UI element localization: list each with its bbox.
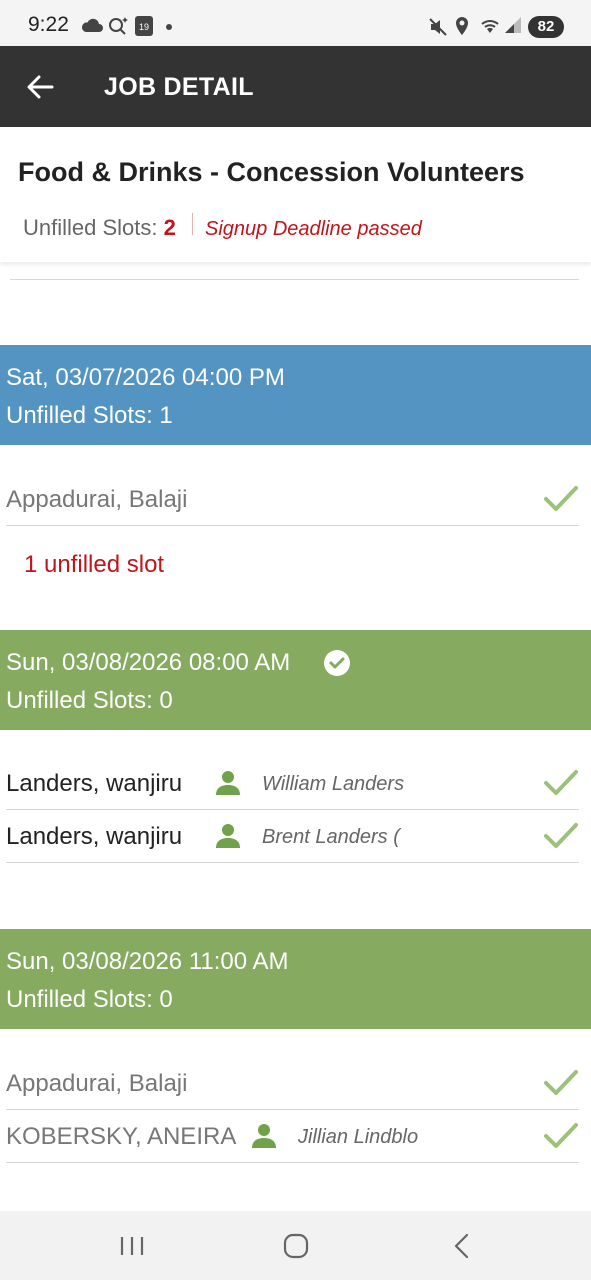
shift-unfilled-slots: Unfilled Slots: 0 — [6, 687, 173, 714]
cloud-icon — [81, 18, 103, 32]
calendar-icon: 19 — [135, 16, 153, 36]
shift-unfilled-slots: Unfilled Slots: 0 — [6, 986, 173, 1013]
volunteer-name: Appadurai, Balaji — [6, 1070, 188, 1097]
recent-apps-icon[interactable] — [117, 1233, 147, 1259]
volunteer-name: KOBERSKY, ANEIRA — [6, 1123, 237, 1150]
shift-header[interactable]: Sun, 03/08/2026 08:00 AM Unfilled Slots:… — [0, 630, 591, 730]
check-icon — [544, 823, 578, 848]
shift-header[interactable]: Sun, 03/08/2026 11:00 AM Unfilled Slots:… — [0, 929, 591, 1029]
status-bar: 9:22 19 82 — [0, 0, 591, 46]
volunteer-row[interactable]: KOBERSKY, ANEIRA Jillian Lindblo — [6, 1110, 579, 1163]
mute-icon — [429, 18, 447, 36]
volunteer-row[interactable]: Appadurai, Balaji — [6, 473, 579, 526]
check-circle-icon — [324, 650, 350, 676]
job-unfilled-slots: Unfilled Slots: 2 — [23, 215, 176, 241]
guest-name: Brent Landers ( — [262, 826, 400, 848]
check-icon — [544, 486, 578, 511]
unfilled-count: 2 — [163, 215, 176, 240]
person-icon — [216, 824, 240, 848]
home-icon[interactable] — [281, 1233, 311, 1259]
volunteer-name: Appadurai, Balaji — [6, 486, 188, 513]
volunteer-row[interactable]: Landers, wanjiru Brent Landers ( — [6, 810, 579, 863]
battery-icon: 82 — [528, 16, 564, 38]
shift-unfilled-slots: Unfilled Slots: 1 — [6, 402, 173, 429]
shift-date: Sat, 03/07/2026 04:00 PM — [6, 364, 285, 391]
divider — [192, 213, 193, 235]
job-title: Food & Drinks - Concession Volunteers — [18, 157, 525, 187]
check-icon — [544, 1123, 578, 1148]
check-icon — [544, 1070, 578, 1095]
unfilled-slot-note: 1 unfilled slot — [24, 551, 165, 578]
volunteer-name: Landers, wanjiru — [6, 823, 183, 850]
guest-name: William Landers — [262, 773, 405, 795]
app-bar: JOB DETAIL — [0, 46, 591, 127]
system-nav-bar — [0, 1211, 591, 1280]
status-time: 9:22 — [28, 13, 69, 36]
guest-name: Jillian Lindblo — [298, 1126, 419, 1148]
person-icon — [252, 1124, 276, 1148]
shift-date: Sun, 03/08/2026 11:00 AM — [6, 948, 289, 975]
volunteer-row[interactable]: Appadurai, Balaji — [6, 1057, 579, 1110]
dot-icon — [166, 24, 172, 30]
shift-date: Sun, 03/08/2026 08:00 AM — [6, 649, 291, 676]
wifi-icon — [481, 20, 499, 33]
unfilled-label: Unfilled Slots: — [23, 215, 164, 240]
back-icon[interactable] — [447, 1233, 477, 1259]
page-title: JOB DETAIL — [104, 73, 254, 101]
divider — [10, 279, 579, 280]
volunteer-name: Landers, wanjiru — [6, 770, 183, 797]
deadline-status: Signup Deadline passed — [205, 218, 422, 240]
volunteer-row[interactable]: Landers, wanjiru William Landers — [6, 757, 579, 810]
location-icon — [456, 17, 468, 35]
job-header: Food & Drinks - Concession Volunteers Un… — [0, 127, 591, 262]
ai-sparkle-icon — [109, 17, 128, 35]
arrow-left-icon[interactable] — [24, 72, 56, 102]
person-icon — [216, 771, 240, 795]
check-icon — [544, 770, 578, 795]
shift-header[interactable]: Sat, 03/07/2026 04:00 PM Unfilled Slots:… — [0, 345, 591, 445]
signal-icon — [505, 17, 521, 33]
